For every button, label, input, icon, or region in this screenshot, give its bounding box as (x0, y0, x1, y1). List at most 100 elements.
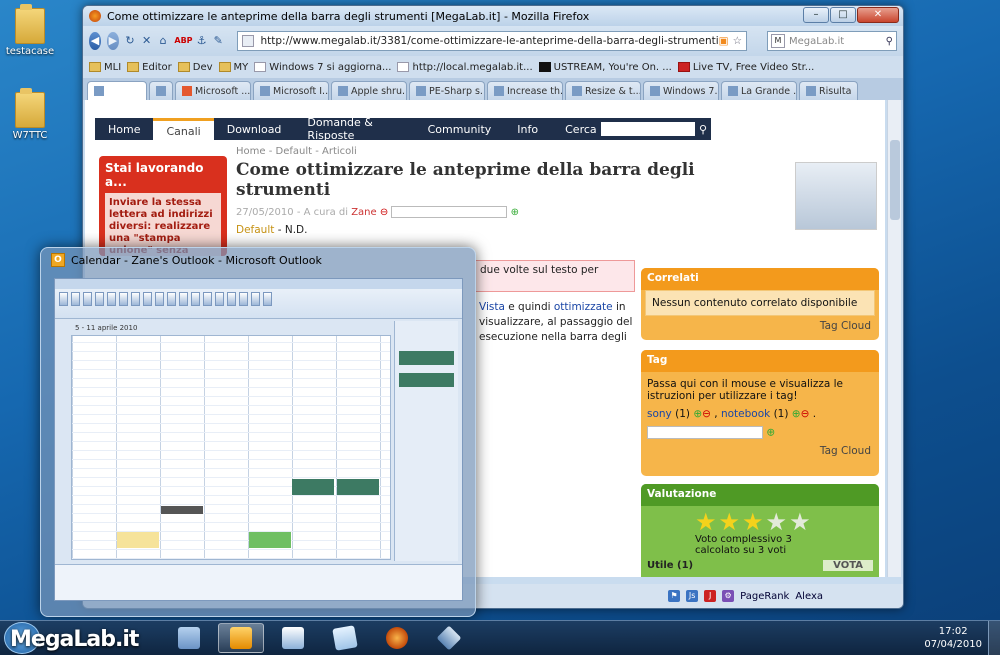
tag-input-row: ⊕ (647, 426, 873, 439)
outlook-thumbnail-preview[interactable]: O Calendar - Zane's Outlook - Microsoft … (40, 247, 476, 617)
star-icon[interactable]: ★ (789, 510, 811, 534)
close-button[interactable]: ✕ (857, 7, 899, 23)
tab[interactable]: La Grande ... (721, 81, 797, 100)
show-desktop-button[interactable] (988, 621, 1000, 655)
star-icon[interactable]: ★ (695, 510, 717, 534)
add-tag-icon[interactable]: ⊕ (766, 427, 775, 439)
nav-download[interactable]: Download (214, 123, 295, 136)
tag-cloud-link[interactable]: Tag Cloud (641, 445, 879, 457)
body-link-ottimizzate[interactable]: ottimizzate (554, 301, 613, 313)
taskbar-control-panel[interactable] (166, 623, 212, 653)
nav-community[interactable]: Community (415, 123, 505, 136)
addon-icon[interactable]: ⚙ (722, 590, 735, 602)
js-icon[interactable]: Js (686, 590, 699, 602)
taskbar-firefox[interactable] (374, 623, 420, 653)
tag-remove-icon[interactable]: ⊖ (702, 408, 711, 420)
taskbar-outlook[interactable] (218, 623, 264, 653)
highlight-box: due volte sul testo per (475, 260, 635, 292)
tab[interactable]: Windows 7... (643, 81, 719, 100)
url-bar[interactable]: http://www.megalab.it/3381/come-ottimizz… (237, 31, 747, 51)
add-icon[interactable]: ⊕ (511, 207, 519, 218)
taskbar-notes[interactable] (322, 623, 368, 653)
bookmark-item[interactable]: Editor (127, 62, 172, 73)
tab[interactable]: Risulta (799, 81, 859, 100)
nav-domande[interactable]: Domande & Risposte (294, 116, 414, 142)
vota-button[interactable]: VOTA (823, 560, 873, 571)
tab[interactable]: Apple shru... (331, 81, 407, 100)
nav-home[interactable]: Home (95, 123, 153, 136)
url-text: http://www.megalab.it/3381/come-ottimizz… (260, 35, 719, 47)
bookmark-item[interactable]: Dev (177, 62, 213, 73)
bookmark-item[interactable]: Windows 7 si aggiorna... (254, 62, 391, 73)
maximize-button[interactable]: □ (830, 7, 856, 23)
page-icon (260, 86, 270, 96)
bookmark-item[interactable]: USTREAM, You're On. ... (538, 62, 672, 73)
remove-icon[interactable]: ⊖ (380, 207, 388, 218)
nav-canali[interactable]: Canali (153, 118, 214, 140)
desktop-icon-w7ttc[interactable]: W7TTC (0, 88, 60, 141)
star-icon[interactable]: ★ (719, 510, 741, 534)
window-titlebar[interactable]: Come ottimizzare le anteprime della barr… (83, 6, 903, 26)
megalab-watermark-logo: MegaLab.it (10, 627, 139, 652)
tag-remove-icon[interactable]: ⊖ (801, 408, 810, 420)
bookmark-item[interactable]: MLI (89, 62, 121, 73)
promo-box[interactable]: Stai lavorando a... Inviare la stessa le… (99, 156, 227, 256)
category-key[interactable]: Default (236, 224, 274, 236)
anchor-icon[interactable]: ⚓ (196, 33, 207, 49)
desktop-icon-testacase[interactable]: testacase (0, 4, 60, 57)
star-icon[interactable]: ★ (766, 510, 788, 534)
bookmark-item[interactable]: http://local.megalab.it... (397, 62, 533, 73)
site-search-input[interactable] (600, 122, 695, 136)
java-icon[interactable]: J (704, 590, 717, 602)
bookmark-item[interactable]: MY (218, 62, 248, 73)
rss-icon[interactable]: ▣ (719, 35, 729, 47)
star-icon[interactable]: ★ (742, 510, 764, 534)
utile-label[interactable]: Utile (1) (647, 560, 693, 571)
nav-info[interactable]: Info (504, 123, 551, 136)
calendar-event (249, 532, 291, 548)
reload-icon[interactable]: ↻ (125, 33, 136, 49)
minimize-button[interactable]: – (803, 7, 829, 23)
pagerank-label[interactable]: PageRank (740, 591, 789, 602)
author-link[interactable]: Zane (351, 207, 376, 218)
breadcrumb[interactable]: Home - Default - Articoli (236, 146, 357, 157)
tab[interactable] (149, 81, 173, 100)
author-input[interactable] (391, 206, 508, 218)
tag-input[interactable] (647, 426, 763, 439)
search-engine-icon[interactable]: M (771, 34, 785, 48)
system-clock[interactable]: 17:02 07/04/2010 (924, 625, 982, 651)
alexa-label[interactable]: Alexa (795, 591, 823, 602)
tool-icon[interactable]: ✎ (213, 33, 224, 49)
tag-cloud-link[interactable]: Tag Cloud (641, 320, 879, 332)
taskbar-virtualbox[interactable] (426, 623, 472, 653)
promo-title: Stai lavorando a... (105, 161, 204, 189)
back-button[interactable]: ◀ (89, 32, 101, 50)
tag-link-sony[interactable]: sony (647, 408, 672, 420)
bookmark-star-icon[interactable]: ☆ (733, 35, 742, 47)
tab[interactable]: Resize & t... (565, 81, 641, 100)
tab[interactable]: PE-Sharp s... (409, 81, 485, 100)
tab[interactable]: Microsoft ... (175, 81, 251, 100)
search-box[interactable]: M MegaLab.it ⚲ (767, 31, 897, 51)
home-icon[interactable]: ⌂ (158, 33, 169, 49)
tag-add-icon[interactable]: ⊕ (792, 408, 801, 420)
site-search-icon[interactable]: ⚲ (695, 123, 711, 136)
search-icon[interactable]: ⚲ (886, 36, 893, 47)
tag-add-icon[interactable]: ⊕ (693, 408, 702, 420)
tag-link-notebook[interactable]: notebook (721, 408, 770, 420)
adblock-icon[interactable]: ABP (174, 33, 192, 49)
taskbar-paint[interactable] (270, 623, 316, 653)
stop-icon[interactable]: ✕ (141, 33, 152, 49)
addon-icon[interactable]: ⚑ (668, 590, 681, 602)
scrollbar-thumb[interactable] (890, 140, 900, 220)
preview-title: O Calendar - Zane's Outlook - Microsoft … (41, 248, 475, 272)
forward-button[interactable]: ▶ (106, 32, 119, 50)
rating-stars[interactable]: ★ ★ ★ ★ ★ (641, 506, 879, 534)
tab[interactable]: Increase th... (487, 81, 563, 100)
site-identity-icon (242, 35, 255, 47)
body-link-vista[interactable]: Vista (479, 301, 505, 313)
tab[interactable]: Microsoft I... (253, 81, 329, 100)
tab-megalab[interactable] (87, 81, 147, 100)
bookmark-item[interactable]: Live TV, Free Video Str... (677, 62, 814, 73)
vertical-scrollbar[interactable] (887, 100, 901, 577)
